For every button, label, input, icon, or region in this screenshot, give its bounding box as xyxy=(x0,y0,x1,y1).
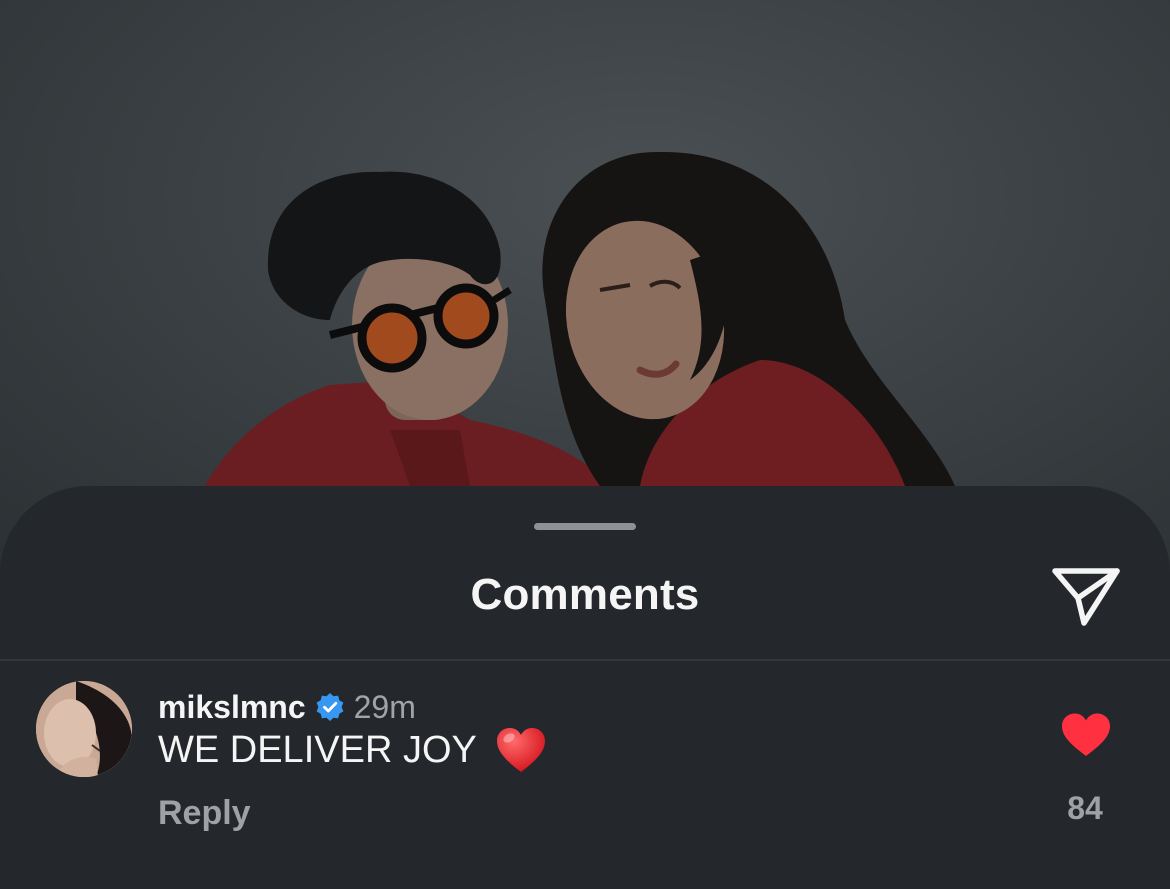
like-count: 84 xyxy=(1067,790,1103,826)
sheet-grabber-handle[interactable] xyxy=(534,523,636,530)
comments-sheet: Comments mikslmnc 29m WE DELIVER JOY Rep… xyxy=(0,486,1170,889)
post-photo xyxy=(0,0,1170,560)
post-photo-illustration xyxy=(205,151,955,486)
comment-text: WE DELIVER JOY xyxy=(158,728,477,771)
reply-button[interactable]: Reply xyxy=(158,794,251,833)
heart-icon xyxy=(1062,713,1110,756)
paper-plane-icon xyxy=(1052,568,1120,626)
username[interactable]: mikslmnc xyxy=(158,689,306,726)
red-heart-emoji-icon xyxy=(495,726,547,774)
comment-row: mikslmnc 29m WE DELIVER JOY Reply 84 xyxy=(0,662,1170,889)
header-divider xyxy=(0,659,1170,661)
verified-badge-icon xyxy=(315,692,345,722)
share-button[interactable] xyxy=(1050,562,1122,628)
sheet-title: Comments xyxy=(470,570,700,619)
avatar[interactable] xyxy=(36,681,132,777)
comment-text-line: WE DELIVER JOY xyxy=(158,722,547,778)
avatar-photo xyxy=(36,681,132,777)
comment-timestamp: 29m xyxy=(353,688,416,725)
screen: Comments mikslmnc 29m WE DELIVER JOY Rep… xyxy=(0,0,1170,889)
like-button[interactable] xyxy=(1060,712,1112,758)
